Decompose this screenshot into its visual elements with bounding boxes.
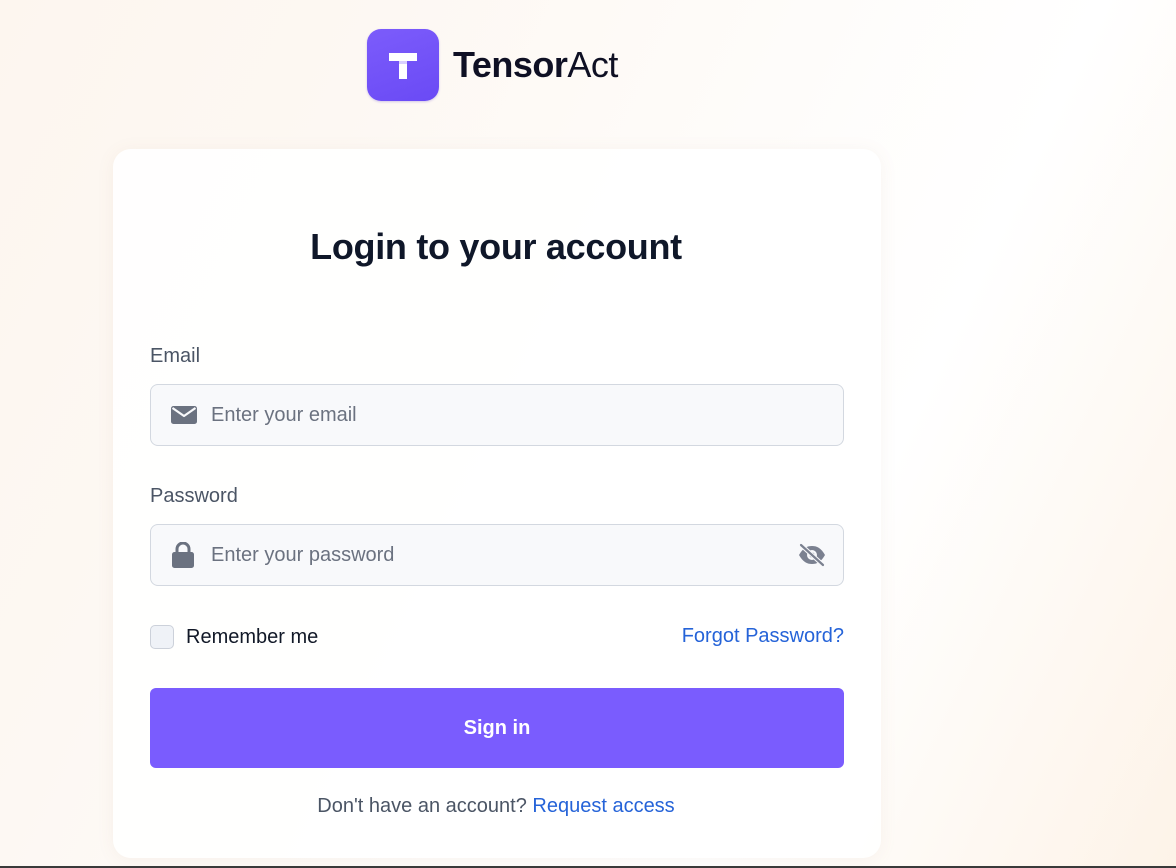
email-field[interactable] — [211, 385, 771, 445]
password-field-container — [150, 524, 844, 586]
remember-me-group: Remember me — [150, 625, 318, 649]
tensoract-logo-icon — [367, 29, 439, 101]
eye-off-icon[interactable] — [797, 543, 827, 567]
brand-name-strong: Tensor — [453, 44, 568, 85]
request-access-footer: Don't have an account? Request access — [113, 795, 879, 818]
forgot-password-link[interactable]: Forgot Password? — [682, 625, 844, 648]
remember-me-checkbox[interactable] — [150, 625, 174, 649]
sign-in-button[interactable]: Sign in — [150, 688, 844, 768]
email-field-container — [150, 384, 844, 446]
page-title: Login to your account — [310, 226, 682, 267]
lock-icon — [171, 542, 195, 568]
brand-name: TensorAct — [453, 47, 618, 83]
footer-text: Don't have an account? — [317, 795, 527, 817]
password-field[interactable] — [211, 525, 771, 585]
email-label: Email — [150, 345, 201, 367]
brand-header: TensorAct — [367, 29, 618, 101]
envelope-icon — [171, 405, 197, 425]
password-label: Password — [150, 485, 238, 507]
login-card: Login to your account Email Password — [113, 149, 881, 858]
brand-name-light: Act — [567, 44, 618, 85]
remember-me-label[interactable]: Remember me — [186, 626, 318, 649]
request-access-link[interactable]: Request access — [532, 795, 674, 817]
